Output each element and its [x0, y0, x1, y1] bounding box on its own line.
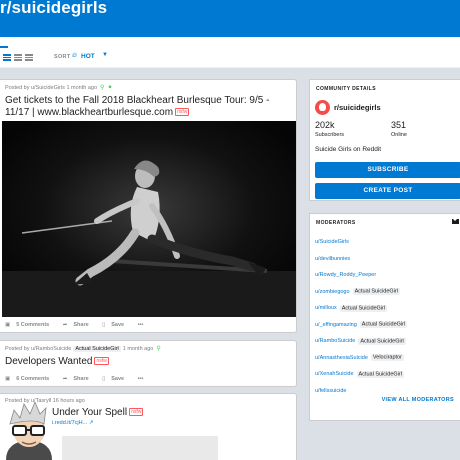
post-card[interactable]: Posted by u/RamboSuicide Actual SuicideGi… — [0, 340, 297, 387]
community-identity[interactable]: r/suicidegirls — [315, 100, 381, 115]
moderator-flair: Actual SuicideGirl — [356, 370, 404, 378]
moderators-header: MODERATORS — [316, 220, 356, 226]
comment-icon: ▣ — [5, 322, 11, 328]
moderator-item[interactable]: u/milloux Actual SuicideGirl — [315, 304, 388, 312]
moderator-name[interactable]: u/devilbunnies — [315, 256, 350, 262]
moderator-item[interactable]: u/SuicideGirls — [315, 239, 349, 245]
avatar-illustration — [6, 400, 52, 460]
post-title[interactable]: Developers Wanted nsfw — [5, 356, 109, 368]
bookmark-icon: ▯ — [102, 322, 106, 328]
chevron-down-icon[interactable]: ▼ — [102, 52, 108, 58]
user-flair: Actual SuicideGirl — [73, 346, 121, 352]
post-card[interactable]: Posted by u/SuicideGirls 1 month ago ⚲ ⚫ G… — [0, 79, 297, 333]
external-link-icon: ↗ — [88, 420, 94, 426]
moderator-flair: Velociraptor — [370, 354, 404, 361]
moderator-item[interactable]: u/zombiegogo Actual SuicideGirl — [315, 288, 400, 295]
sort-dropdown[interactable]: HOT — [81, 53, 95, 60]
more-options-button[interactable]: ••• — [138, 376, 144, 382]
post-title[interactable]: Get tickets to the Fall 2018 Blackheart … — [5, 95, 295, 119]
save-button[interactable]: ▯ Save — [102, 376, 130, 382]
post-link[interactable]: i.redd.it/7cjH... ↗ — [52, 420, 93, 426]
subreddit-nav-bar — [0, 37, 460, 48]
pin-icon: ⚲ — [156, 346, 161, 352]
subreddit-title[interactable]: r/suicidegirls — [0, 0, 107, 16]
compact-view-icon[interactable] — [25, 54, 33, 61]
moderator-name[interactable]: u/milloux — [315, 305, 337, 311]
card-view-icon[interactable] — [3, 54, 11, 61]
moderator-name[interactable]: u/XenahSuicide — [315, 371, 354, 377]
comments-button[interactable]: ▣ 5 Comments — [5, 322, 55, 328]
moderators-card: MODERATORS u/SuicideGirls u/devilbunnies u… — [309, 213, 460, 421]
flame-icon[interactable]: 🔥︎ — [72, 52, 77, 60]
moderator-item[interactable]: u/devilbunnies — [315, 256, 350, 262]
share-icon: ➦ — [62, 376, 68, 382]
moderator-name[interactable]: u/zombiegogo — [315, 289, 350, 295]
nsfw-tag: nsfw — [94, 357, 109, 366]
comments-button[interactable]: ▣ 6 Comments — [5, 376, 55, 382]
save-button[interactable]: ▯ Save — [102, 322, 130, 328]
pin-icon: ⚲ — [100, 85, 105, 91]
moderator-flair: Actual SuicideGirl — [339, 304, 388, 312]
burlesque-photo — [2, 121, 296, 317]
subscriber-label: Subscribers — [315, 132, 345, 138]
post-thumbnail[interactable] — [62, 436, 218, 460]
post-meta: Posted by u/SuicideGirls 1 month ago ⚲ ⚫ — [5, 85, 113, 91]
share-button[interactable]: ➦ Share — [63, 322, 95, 328]
sort-bar: SORT 🔥︎ HOT ▼ — [0, 48, 460, 68]
bookmark-icon: ▯ — [102, 376, 106, 382]
post-actions: ▣ 6 Comments ➦ Share ▯ Save ••• — [5, 376, 149, 382]
moderator-item[interactable]: u/_effingamazing Actual SuicideGirl — [315, 321, 408, 328]
post-title[interactable]: Under Your Spell nsfw — [52, 407, 144, 419]
community-description: Suicide Girls on Reddit — [315, 146, 382, 153]
post-image[interactable] — [2, 121, 296, 317]
online-count: 351 — [391, 120, 407, 130]
moderator-item[interactable]: u/RamboSuicide Actual SuicideGirl — [315, 337, 406, 345]
nsfw-tag: nsfw — [129, 408, 144, 417]
subscribe-button[interactable]: SUBSCRIBE — [315, 162, 460, 178]
moderator-item[interactable]: u/XenahSuicide Actual SuicideGirl — [315, 370, 404, 378]
post-actions: ▣ 5 Comments ➦ Share ▯ Save ••• — [5, 322, 149, 328]
share-button[interactable]: ➦ Share — [63, 376, 95, 382]
community-avatar-icon — [315, 100, 330, 115]
community-details-header: COMMUNITY DETAILS — [316, 86, 376, 92]
user-avatar[interactable] — [0, 400, 58, 460]
moderator-flair: Actual SuicideGirl — [358, 337, 406, 345]
subreddit-banner: r/suicidegirls — [0, 0, 460, 37]
nsfw-tag: nsfw — [175, 108, 190, 117]
community-details-card: COMMUNITY DETAILS r/suicidegirls 202k Su… — [309, 79, 460, 201]
moderator-name[interactable]: u/AnnasthesiaSuicide — [315, 355, 368, 361]
message-mods-icon[interactable] — [452, 219, 459, 224]
moderator-name[interactable]: u/RamboSuicide — [315, 338, 355, 344]
comment-icon: ▣ — [5, 376, 11, 382]
moderator-name[interactable]: u/_effingamazing — [315, 322, 357, 328]
classic-view-icon[interactable] — [14, 54, 22, 61]
moderator-item[interactable]: u/Rowdy_Roddy_Peeper — [315, 272, 376, 278]
post-meta: Posted by u/RamboSuicide Actual SuicideGi… — [5, 346, 161, 352]
create-post-button[interactable]: CREATE POST — [315, 183, 460, 199]
share-icon: ➦ — [62, 322, 68, 328]
moderator-name[interactable]: u/Rowdy_Roddy_Peeper — [315, 272, 376, 278]
online-label: Online — [391, 132, 407, 138]
moderator-item[interactable]: u/fellssuicide — [315, 388, 347, 394]
subscriber-count: 202k — [315, 120, 335, 130]
moderator-flair: Actual SuicideGirl — [352, 288, 400, 295]
moderator-name[interactable]: u/SuicideGirls — [315, 239, 349, 245]
sort-label: SORT — [54, 54, 71, 60]
moderator-flair: Actual SuicideGirl — [359, 321, 408, 328]
moderator-item[interactable]: u/AnnasthesiaSuicide Velociraptor — [315, 354, 404, 361]
community-name[interactable]: r/suicidegirls — [334, 103, 381, 112]
shield-icon: ⚫ — [107, 85, 113, 91]
view-all-moderators-button[interactable]: VIEW ALL MODERATORS — [382, 397, 454, 403]
more-options-button[interactable]: ••• — [138, 322, 144, 328]
moderator-name[interactable]: u/fellssuicide — [315, 388, 347, 394]
